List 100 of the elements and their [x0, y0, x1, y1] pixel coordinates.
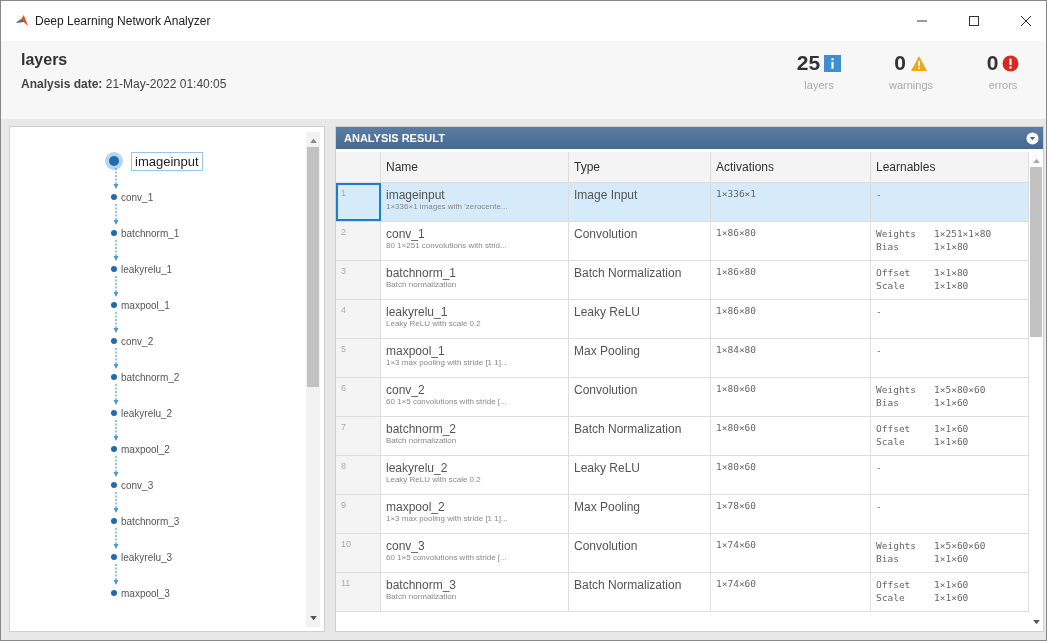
node-label[interactable]: batchnorm_3: [121, 515, 180, 527]
layer-type: Convolution: [574, 539, 638, 553]
activation-size: 1×74×60: [716, 578, 757, 589]
node-dot[interactable]: [111, 554, 117, 560]
learnable-name: Weights: [876, 383, 918, 396]
row-number: 9: [341, 500, 346, 510]
layer-name: imageinput: [386, 188, 446, 202]
table-row[interactable]: 5 maxpool_1 1×3 max pooling with stride [1 1]... Max Pooling 1×84×80 -: [336, 339, 1029, 378]
layer-description: 60 1×5 convolutions with stride [...: [386, 397, 508, 406]
layer-description: Leaky ReLU with scale 0.2: [386, 475, 482, 484]
arrow-icon: [112, 492, 120, 514]
node-dot[interactable]: [111, 374, 117, 380]
node-dot[interactable]: [111, 230, 117, 236]
row-number: 5: [341, 344, 346, 354]
summary-label: layers: [804, 79, 834, 91]
column-header[interactable]: Activations: [711, 152, 871, 182]
node-label[interactable]: imageinput: [131, 151, 203, 171]
layer-type: Image Input: [574, 188, 638, 202]
maximize-icon[interactable]: [968, 15, 980, 27]
node-dot[interactable]: [111, 518, 117, 524]
layer-description: Leaky ReLU with scale 0.2: [386, 319, 482, 328]
node-dot[interactable]: [109, 156, 119, 166]
learnable-name: Bias: [876, 552, 900, 565]
learnable-name: -: [876, 461, 883, 474]
arrow-icon: [112, 204, 120, 226]
row-number: 1: [341, 188, 346, 198]
table-row[interactable]: 11 batchnorm_3 Batch normalization Batch Normalization 1×74×60 Offset 1×1×60 Scale 1×1×60: [336, 573, 1029, 612]
close-icon[interactable]: [1020, 15, 1032, 27]
learnable-name: Bias: [876, 396, 900, 409]
table-row[interactable]: 4 leakyrelu_1 Leaky ReLU with scale 0.2 Leaky ReLU 1×86×80 -: [336, 300, 1029, 339]
node-label[interactable]: conv_1: [121, 191, 154, 203]
summary-label: warnings: [889, 79, 933, 91]
layer-description: 1×3 max pooling with stride [1 1]...: [386, 514, 509, 523]
learnable-size: 1×5×60×60: [934, 539, 986, 552]
node-dot[interactable]: [111, 302, 117, 308]
learnable-size: 1×1×60: [934, 435, 969, 448]
node-label[interactable]: leakyrelu_3: [121, 551, 173, 563]
layer-type: Batch Normalization: [574, 578, 682, 592]
node-label[interactable]: conv_2: [121, 335, 154, 347]
arrow-icon: [112, 276, 120, 298]
table-row[interactable]: 10 conv_3 60 1×5 convolutions with stride [... Convolution 1×74×60 Weights 1×5×60×60 Bias 1×1×60: [336, 534, 1029, 573]
learnable-name: -: [876, 500, 883, 513]
node-dot[interactable]: [111, 266, 117, 272]
learnable-size: 1×1×60: [934, 396, 969, 409]
layer-description: Batch normalization: [386, 280, 458, 289]
error-icon: [1002, 54, 1020, 72]
scrollbar[interactable]: [306, 132, 320, 627]
table-row[interactable]: 1 imageinput 1×336×1 images with 'zerocente... Image Input 1×336×1 -: [336, 183, 1029, 222]
node-dot[interactable]: [111, 194, 117, 200]
layer-name: maxpool_1: [386, 344, 446, 358]
node-label[interactable]: leakyrelu_1: [121, 263, 173, 275]
node-dot[interactable]: [111, 338, 117, 344]
table-row[interactable]: 9 maxpool_2 1×3 max pooling with stride [1 1]... Max Pooling 1×78×60 -: [336, 495, 1029, 534]
learnable-name: Weights: [876, 227, 918, 240]
layer-description: 1×336×1 images with 'zerocente...: [386, 202, 509, 211]
summary-count: 0: [894, 51, 906, 75]
layer-name: leakyrelu_1: [386, 305, 449, 319]
arrow-icon: [112, 240, 120, 262]
node-dot[interactable]: [111, 482, 117, 488]
node-label[interactable]: conv_3: [121, 479, 154, 491]
layer-description: Batch normalization: [386, 436, 458, 445]
node-dot[interactable]: [111, 410, 117, 416]
activation-size: 1×78×60: [716, 500, 757, 511]
node-label[interactable]: batchnorm_1: [121, 227, 180, 239]
summary-count: 25: [796, 51, 821, 75]
window-title: Deep Learning Network Analyzer: [35, 14, 211, 28]
node-label[interactable]: maxpool_2: [121, 443, 170, 455]
node-dot[interactable]: [111, 446, 117, 452]
table-row[interactable]: 8 leakyrelu_2 Leaky ReLU with scale 0.2 Leaky ReLU 1×80×60 -: [336, 456, 1029, 495]
column-header[interactable]: Name: [381, 152, 569, 182]
scroll-up-icon[interactable]: [309, 138, 317, 143]
summary-label: errors: [988, 79, 1018, 91]
panel-title: ANALYSIS RESULT: [344, 132, 445, 144]
learnable-name: Scale: [876, 435, 906, 448]
activation-size: 1×336×1: [716, 188, 757, 199]
node-label[interactable]: maxpool_1: [121, 299, 170, 311]
table-row[interactable]: 7 batchnorm_2 Batch normalization Batch Normalization 1×80×60 Offset 1×1×60 Scale 1×1×60: [336, 417, 1029, 456]
scroll-down-icon[interactable]: [1032, 620, 1040, 625]
column-header[interactable]: Type: [569, 152, 711, 182]
layer-description: Batch normalization: [386, 592, 458, 601]
arrow-icon: [112, 168, 120, 190]
table-row[interactable]: 2 conv_1 80 1×251 convolutions with strid... Convolution 1×86×80 Weights 1×251×1×80 Bias 1×1×80: [336, 222, 1029, 261]
layer-description: 80 1×251 convolutions with strid...: [386, 241, 508, 250]
table-row[interactable]: 6 conv_2 60 1×5 convolutions with stride [... Convolution 1×80×60 Weights 1×5×80×60 Bias 1×1×60: [336, 378, 1029, 417]
collapse-icon[interactable]: [1026, 131, 1039, 145]
date-label: Analysis date:: [21, 77, 103, 91]
learnable-name: Scale: [876, 279, 906, 292]
node-label[interactable]: leakyrelu_2: [121, 407, 173, 419]
learnable-size: 1×1×60: [934, 422, 969, 435]
layer-description: 1×3 max pooling with stride [1 1]...: [386, 358, 509, 367]
activation-size: 1×80×60: [716, 383, 757, 394]
learnable-name: Weights: [876, 539, 918, 552]
node-dot[interactable]: [111, 590, 117, 596]
table-row[interactable]: 3 batchnorm_1 Batch normalization Batch Normalization 1×86×80 Offset 1×1×80 Scale 1×1×80: [336, 261, 1029, 300]
layer-type: Convolution: [574, 383, 638, 397]
node-label[interactable]: maxpool_3: [121, 587, 170, 599]
activation-size: 1×80×60: [716, 461, 757, 472]
scroll-down-icon[interactable]: [309, 616, 317, 621]
node-label[interactable]: batchnorm_2: [121, 371, 180, 383]
layer-name: maxpool_2: [386, 500, 446, 514]
